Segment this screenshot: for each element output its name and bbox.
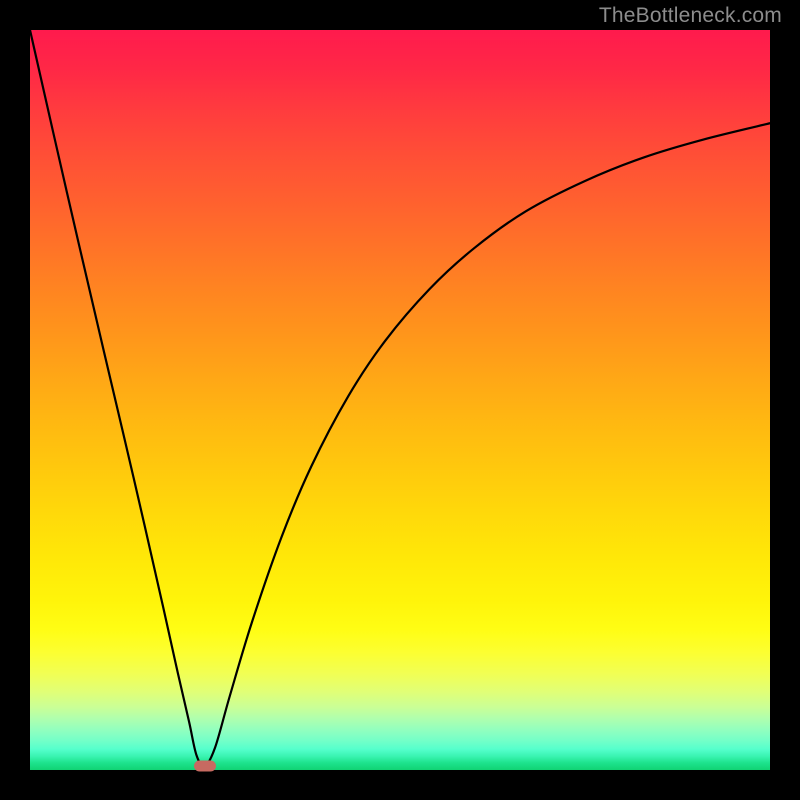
minimum-marker (194, 761, 216, 772)
curve-svg (30, 30, 770, 770)
plot-area (30, 30, 770, 770)
bottleneck-curve (30, 30, 770, 766)
chart-frame: TheBottleneck.com (0, 0, 800, 800)
watermark-text: TheBottleneck.com (599, 4, 782, 28)
